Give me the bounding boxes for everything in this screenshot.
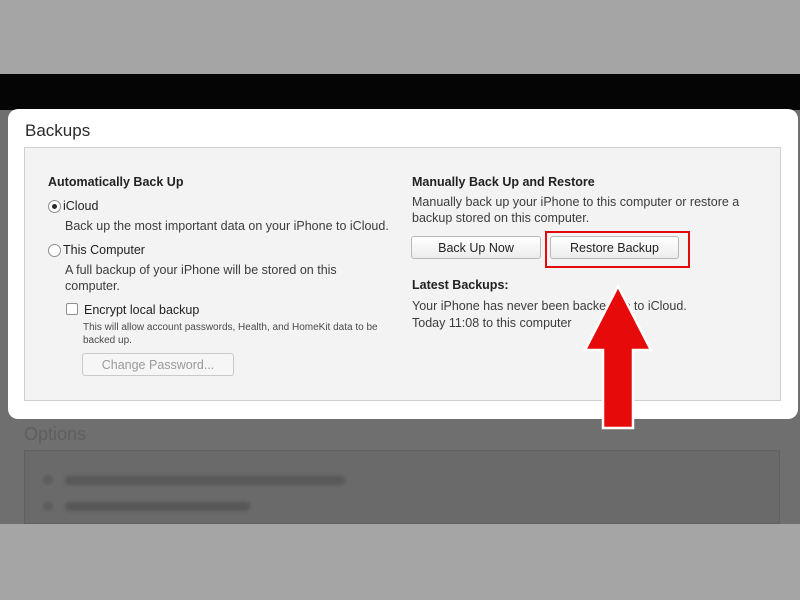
manual-backup-heading: Manually Back Up and Restore [412,175,595,189]
options-row-blurred [65,502,250,511]
icloud-radio[interactable] [48,200,61,213]
latest-backups-heading: Latest Backups: [412,278,509,292]
options-section [24,450,780,524]
restore-backup-highlight [545,231,690,268]
this-computer-radio[interactable] [48,244,61,257]
latest-backup-computer: Today 11:08 to this computer [412,316,572,330]
this-computer-description: A full backup of your iPhone will be sto… [65,263,337,293]
auto-backup-heading: Automatically Back Up [48,175,184,189]
manual-backup-description: Manually back up your iPhone to this com… [412,195,740,225]
encrypt-description: This will allow account passwords, Healt… [83,322,378,346]
options-checkbox-blurred [43,501,53,511]
red-arrow-icon [583,284,653,430]
options-section-title: Options [24,424,87,444]
backups-panel: Automatically Back Up iCloud Back up the… [24,147,781,401]
this-computer-label[interactable]: This Computer [63,243,145,257]
backups-card: Backups Automatically Back Up iCloud Bac… [8,109,798,419]
icloud-label[interactable]: iCloud [63,199,98,213]
backups-title: Backups [25,121,91,140]
encrypt-label[interactable]: Encrypt local backup [84,303,199,317]
options-row-blurred [65,476,345,485]
window-top-bar [0,74,800,110]
arrow-shape [583,284,653,430]
change-password-button[interactable]: Change Password... [82,353,234,376]
options-checkbox-blurred [43,475,53,485]
icloud-description: Back up the most important data on your … [65,219,389,233]
back-up-now-button[interactable]: Back Up Now [411,236,541,259]
encrypt-checkbox[interactable] [66,303,78,315]
